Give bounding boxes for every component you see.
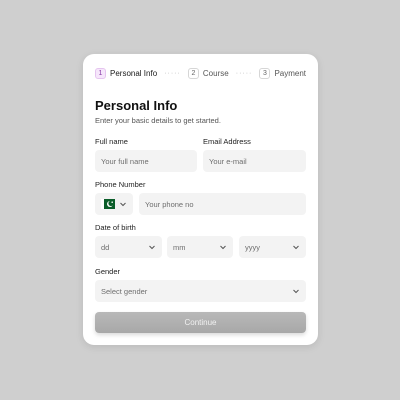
phone-input[interactable]: Your phone no — [139, 193, 306, 215]
chevron-down-icon — [293, 289, 299, 294]
stepper: 1 Personal Info ····· 2 Course ····· 3 P… — [95, 66, 306, 80]
phone-label: Phone Number — [95, 180, 146, 189]
pakistan-flag-icon — [101, 199, 115, 209]
full-name-input[interactable]: Your full name — [95, 150, 197, 172]
month-select[interactable]: mm — [167, 236, 233, 258]
chevron-down-icon — [120, 202, 126, 207]
month-placeholder: mm — [173, 242, 186, 252]
step-label: Course — [202, 68, 229, 78]
chevron-down-icon — [293, 245, 299, 250]
step-personal-info[interactable]: 1 Personal Info — [95, 67, 158, 79]
step-separator: ····· — [235, 69, 253, 77]
gender-label: Gender — [95, 267, 121, 276]
step-separator: ····· — [164, 69, 181, 77]
step-label: Payment — [274, 68, 307, 78]
email-label: Email Address — [203, 137, 251, 146]
step-number: 3 — [259, 67, 271, 79]
gender-select[interactable]: Select gender — [95, 280, 306, 302]
full-name-placeholder: Your full name — [101, 156, 149, 166]
full-name-label: Full name — [95, 137, 128, 146]
email-input[interactable]: Your e-mail — [203, 150, 306, 172]
dob-label: Date of birth — [95, 223, 136, 232]
step-course[interactable]: 2 Course — [187, 67, 229, 79]
phone-placeholder: Your phone no — [145, 199, 194, 209]
email-placeholder: Your e-mail — [209, 156, 247, 166]
form-subtitle: Enter your basic details to get started. — [95, 116, 221, 125]
step-payment[interactable]: 3 Payment — [259, 67, 307, 79]
chevron-down-icon — [149, 245, 155, 250]
day-select[interactable]: dd — [95, 236, 162, 258]
year-placeholder: yyyy — [245, 242, 260, 252]
form-title: Personal Info — [95, 98, 178, 113]
signup-card: 1 Personal Info ····· 2 Course ····· 3 P… — [83, 54, 318, 345]
continue-button[interactable]: Continue — [95, 312, 306, 333]
step-number: 1 — [95, 67, 106, 79]
year-select[interactable]: yyyy — [239, 236, 306, 258]
day-placeholder: dd — [101, 242, 110, 252]
chevron-down-icon — [220, 245, 226, 250]
step-label: Personal Info — [110, 68, 158, 78]
step-number: 2 — [187, 67, 199, 79]
gender-placeholder: Select gender — [101, 286, 148, 296]
country-code-select[interactable] — [95, 193, 133, 215]
